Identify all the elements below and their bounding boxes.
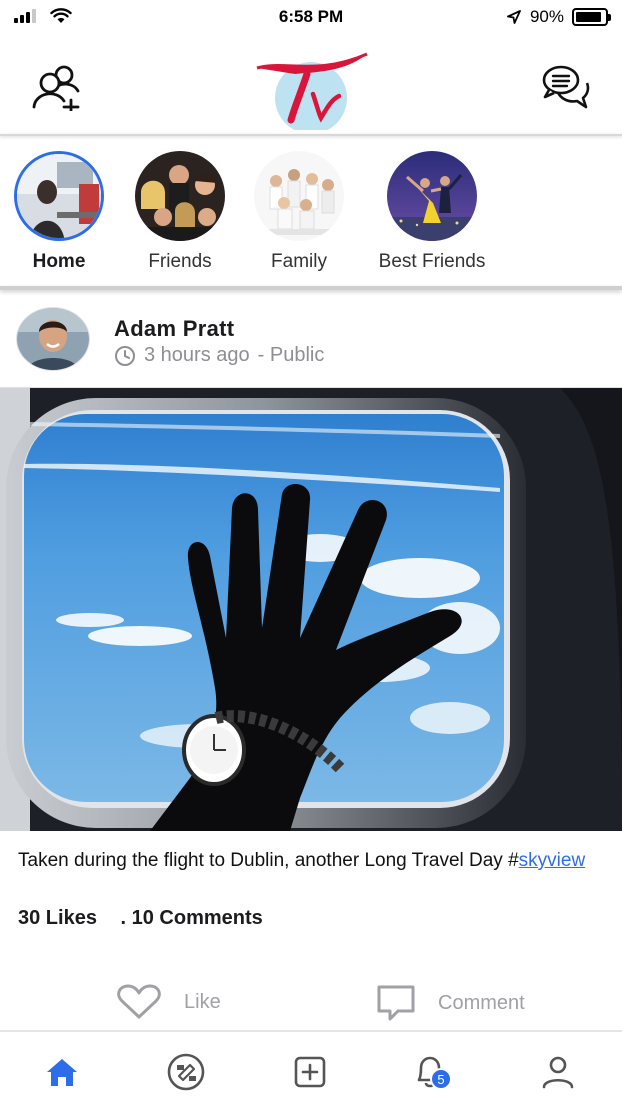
group-label: Family: [271, 251, 327, 272]
post-time: 3 hours ago: [144, 344, 250, 366]
comment-button[interactable]: Comment: [376, 984, 525, 1022]
group-label: Best Friends: [378, 251, 486, 272]
comment-icon: [377, 985, 415, 1021]
add-friend-icon: [32, 65, 80, 111]
like-label: Like: [184, 990, 221, 1013]
tab-home[interactable]: [42, 1052, 82, 1092]
notification-badge: 5: [430, 1068, 452, 1090]
post-stats: 30 Likes . 10 Comments: [18, 907, 263, 930]
tab-bar: 5: [0, 1030, 622, 1105]
location-arrow-icon: [507, 10, 521, 24]
post-header: Adam Pratt 3 hours ago - Public: [0, 290, 622, 388]
clock-icon: [115, 345, 135, 366]
home-icon: [47, 1059, 77, 1086]
post-actions: Like Comment: [0, 974, 622, 1030]
post-caption: Taken during the flight to Dublin, anoth…: [18, 848, 608, 873]
post-meta: 3 hours ago - Public: [114, 344, 324, 367]
hashtag-link[interactable]: skyview: [519, 850, 586, 871]
status-right: 90%: [506, 7, 611, 27]
groups-bar: Home Friends Family Best Friends: [0, 136, 622, 286]
likes-count[interactable]: 30 Likes: [18, 907, 97, 929]
top-nav: [0, 36, 622, 134]
chat-bubbles-icon: [542, 65, 590, 109]
battery-icon: [572, 8, 611, 26]
tab-profile[interactable]: [538, 1052, 578, 1092]
app-logo: [255, 48, 371, 134]
caption-text: Taken during the flight to Dublin, anoth…: [18, 850, 519, 871]
tab-add-post[interactable]: [290, 1052, 330, 1092]
battery-fill: [576, 12, 602, 22]
like-button[interactable]: Like: [116, 984, 221, 1020]
comment-label: Comment: [438, 991, 525, 1014]
battery-percent: 90%: [529, 7, 564, 26]
tab-explore[interactable]: [166, 1052, 206, 1092]
profile-icon: [542, 1056, 574, 1089]
group-best-friends-image: [387, 151, 477, 241]
group-label: Home: [32, 251, 86, 272]
group-family-image: [254, 151, 344, 241]
post-photo[interactable]: [0, 388, 622, 831]
heart-icon: [117, 984, 161, 1019]
status-bar: 6:58 PM 90%: [0, 0, 622, 36]
group-label: Friends: [148, 251, 212, 272]
group-best-friends[interactable]: Best Friends: [362, 151, 502, 273]
messages-button[interactable]: [540, 62, 592, 112]
tab-notifications[interactable]: 5: [410, 1052, 452, 1092]
group-family[interactable]: Family: [229, 151, 369, 273]
group-friends-image: [135, 151, 225, 241]
add-post-icon: [294, 1056, 326, 1088]
add-friend-button[interactable]: [28, 62, 84, 112]
post-visibility: - Public: [257, 344, 325, 366]
post-author[interactable]: Adam Pratt: [114, 316, 234, 342]
explore-icon: [167, 1053, 205, 1091]
group-home-image: [14, 151, 104, 241]
comments-count[interactable]: . 10 Comments: [121, 907, 263, 929]
avatar[interactable]: [17, 308, 89, 370]
